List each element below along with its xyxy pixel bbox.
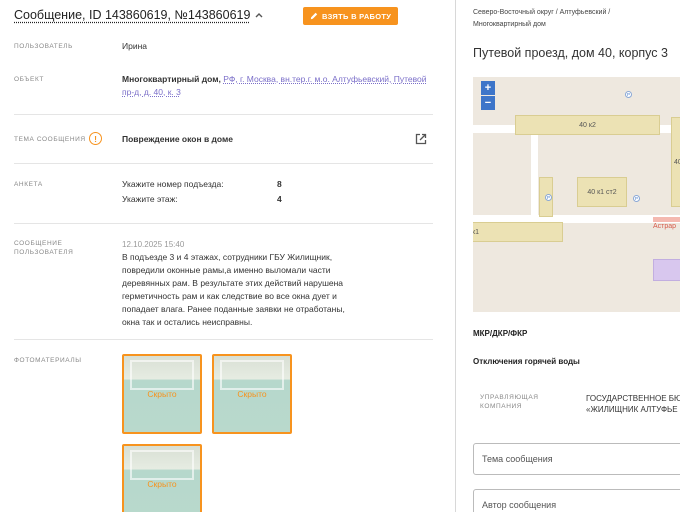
window-frame bbox=[130, 450, 194, 480]
map-building: 40 к2 bbox=[515, 115, 660, 135]
message-label-line: СООБЩЕНИЕ bbox=[14, 240, 63, 247]
hidden-label: Скрыто bbox=[147, 479, 177, 489]
photo-thumbnail[interactable]: Скрыто bbox=[212, 354, 292, 434]
author-field-placeholder: Автор сообщения bbox=[482, 500, 557, 510]
map[interactable]: 40 к2 40 к1 ст2 40 к1 Астрар P P P + − bbox=[473, 77, 680, 312]
map-building-label: 40 к1 ст2 bbox=[587, 188, 617, 196]
message-text: В подъезде 3 и 4 этажах, сотрудники ГБУ … bbox=[122, 251, 345, 329]
divider bbox=[14, 163, 433, 164]
photo-thumbnail[interactable]: Скрыто bbox=[122, 444, 202, 512]
author-field[interactable]: Автор сообщения bbox=[473, 489, 680, 512]
topic-field[interactable]: Тема сообщения bbox=[473, 443, 680, 475]
object-address-link-2[interactable]: пр-д, д. 40, к. 3 bbox=[122, 87, 181, 97]
page-title[interactable]: Сообщение, ID 143860619, №143860619 bbox=[14, 8, 250, 22]
topic-value: Повреждение окон в доме bbox=[122, 134, 234, 144]
photo-thumbnail[interactable]: Скрыто bbox=[122, 354, 202, 434]
window-frame bbox=[220, 360, 284, 390]
message-line: попадает влага. Ранее поданные заявки не… bbox=[122, 304, 345, 314]
hidden-label: Скрыто bbox=[237, 389, 267, 399]
company-label-line: УПРАВЛЯЮЩАЯ bbox=[480, 394, 539, 401]
message-line: окна так и остались неисправны. bbox=[122, 317, 253, 327]
message-panel: Сообщение, ID 143860619, №143860619 ВЗЯТ… bbox=[0, 0, 447, 512]
map-street-label: Астрар bbox=[653, 223, 677, 230]
title-row: Сообщение, ID 143860619, №143860619 bbox=[14, 8, 264, 22]
zoom-out-button[interactable]: − bbox=[481, 96, 495, 110]
window-frame bbox=[130, 360, 194, 390]
map-building: к1 bbox=[473, 222, 563, 242]
survey-answer: 8 bbox=[277, 179, 282, 189]
breadcrumb: Северо-Восточный округ / Алтуфьевский / … bbox=[473, 7, 673, 31]
survey-answer: 4 bbox=[277, 194, 282, 204]
hot-water-notice: Отключения горячей воды bbox=[473, 357, 580, 366]
parking-icon: P bbox=[545, 194, 552, 201]
object-value: Многоквартирный дом, РФ, г. Москва, вн.т… bbox=[122, 73, 427, 99]
take-to-work-button[interactable]: ВЗЯТЬ В РАБОТУ bbox=[303, 7, 399, 25]
company-value: ГОСУДАРСТВЕННОЕ БЮ «ЖИЛИЩНИК АЛТУФЬЕ bbox=[586, 393, 680, 415]
message-line: В подъезде 3 и 4 этажах, сотрудники ГБУ … bbox=[122, 252, 333, 262]
topic-field-placeholder: Тема сообщения bbox=[482, 454, 553, 464]
map-building-label: к1 bbox=[473, 228, 479, 236]
object-panel: Северо-Восточный округ / Алтуфьевский / … bbox=[456, 0, 680, 512]
pencil-icon bbox=[310, 12, 318, 20]
photos-label: ФОТОМАТЕРИАЛЫ bbox=[14, 357, 82, 364]
parking-icon: P bbox=[625, 91, 632, 98]
company-line: ГОСУДАРСТВЕННОЕ БЮ bbox=[586, 394, 680, 403]
warning-icon: ! bbox=[89, 132, 102, 145]
map-road bbox=[653, 217, 680, 222]
external-link-icon[interactable] bbox=[415, 133, 427, 145]
map-building-label: 40 к2 bbox=[579, 121, 596, 129]
chevron-up-icon[interactable] bbox=[254, 10, 264, 20]
object-type-heading: МКР/ДКР/ФКР bbox=[473, 329, 528, 338]
map-building-label: 40 bbox=[674, 158, 680, 166]
user-label: ПОЛЬЗОВАТЕЛЬ bbox=[14, 43, 74, 50]
take-to-work-label: ВЗЯТЬ В РАБОТУ bbox=[322, 11, 392, 21]
object-label: ОБЪЕКТ bbox=[14, 76, 44, 83]
company-label: УПРАВЛЯЮЩАЯ КОМПАНИЯ bbox=[480, 393, 539, 411]
message-line: деревянных рам. В результате этих действ… bbox=[122, 278, 344, 288]
user-value: Ирина bbox=[122, 41, 148, 51]
message-label-line: ПОЛЬЗОВАТЕЛЯ bbox=[14, 249, 74, 256]
survey-question: Укажите этаж: bbox=[122, 194, 178, 204]
zoom-in-button[interactable]: + bbox=[481, 81, 495, 95]
map-building: 40 bbox=[671, 117, 680, 207]
company-line: «ЖИЛИЩНИК АЛТУФЬЕ bbox=[586, 405, 678, 414]
topic-label: ТЕМА СООБЩЕНИЯ bbox=[14, 136, 86, 143]
message-line: герметичность рам и как следствие во все… bbox=[122, 291, 337, 301]
divider bbox=[14, 114, 433, 115]
company-label-line: КОМПАНИЯ bbox=[480, 403, 523, 410]
parking-icon: P bbox=[633, 195, 640, 202]
object-type: Многоквартирный дом, bbox=[122, 74, 221, 84]
divider bbox=[14, 223, 433, 224]
survey-question: Укажите номер подъезда: bbox=[122, 179, 224, 189]
map-area bbox=[653, 259, 680, 281]
survey-label: АНКЕТА bbox=[14, 181, 43, 188]
map-building: 40 к1 ст2 bbox=[577, 177, 627, 207]
message-date: 12.10.2025 15:40 bbox=[122, 240, 185, 249]
object-address: Путевой проезд, дом 40, корпус 3 bbox=[473, 46, 668, 60]
message-label: СООБЩЕНИЕ ПОЛЬЗОВАТЕЛЯ bbox=[14, 239, 73, 257]
divider bbox=[14, 339, 433, 340]
breadcrumb-line[interactable]: Многоквартирный дом bbox=[473, 19, 673, 31]
hidden-label: Скрыто bbox=[147, 389, 177, 399]
map-road bbox=[531, 133, 538, 223]
breadcrumb-line[interactable]: Северо-Восточный округ / Алтуфьевский / bbox=[473, 7, 673, 19]
message-line: повредили оконные рамы,а именно выломали… bbox=[122, 265, 331, 275]
object-address-link[interactable]: РФ, г. Москва, вн.тер.г. м.о. Алтуфьевск… bbox=[223, 74, 426, 84]
